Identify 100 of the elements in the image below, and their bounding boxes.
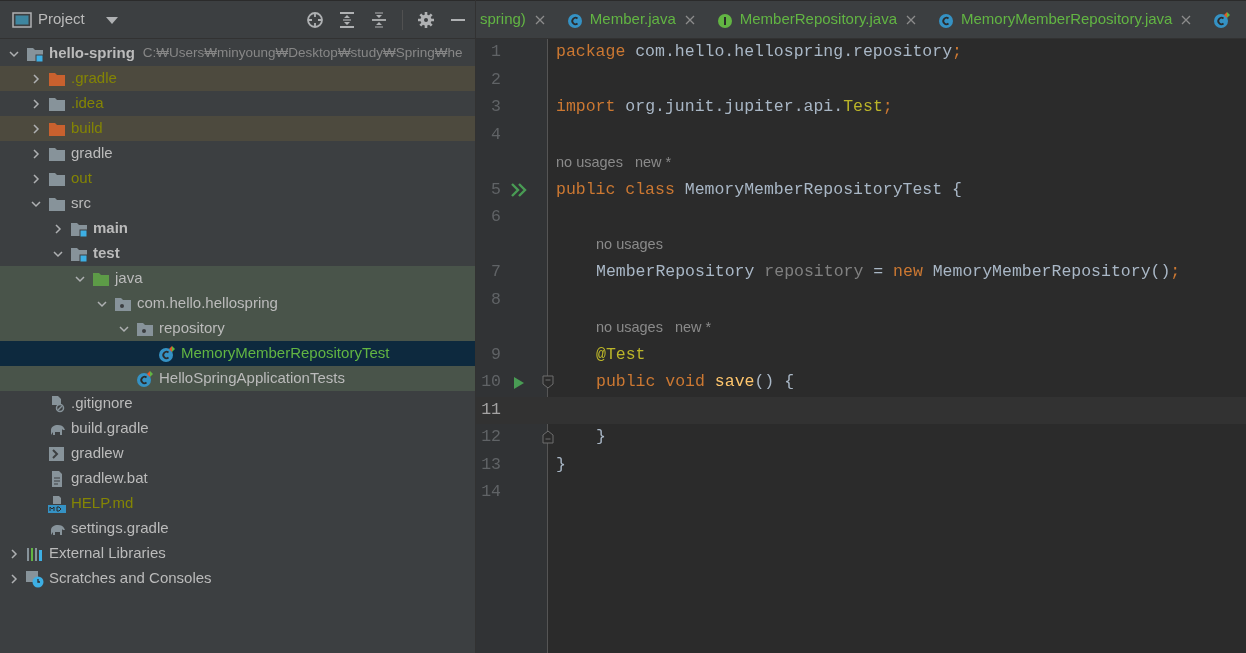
inlay-hint[interactable]: no usages bbox=[596, 316, 663, 339]
tree-row[interactable]: test bbox=[0, 241, 475, 266]
chevron-right-icon[interactable] bbox=[30, 147, 42, 160]
tab-label: Member.java bbox=[589, 9, 676, 30]
folder-icon bbox=[48, 70, 66, 87]
tree-item-label: gradle bbox=[71, 143, 113, 164]
terminal-icon bbox=[48, 445, 66, 462]
tree-item-label: repository bbox=[159, 318, 225, 339]
tree-item-label: build.gradle bbox=[71, 418, 149, 439]
chevron-right-icon[interactable] bbox=[8, 572, 20, 585]
tree-row[interactable]: build.gradle bbox=[0, 416, 475, 441]
tree-row[interactable]: repository bbox=[0, 316, 475, 341]
tree-item-label: build bbox=[71, 118, 103, 139]
code-line: @Test bbox=[596, 343, 646, 366]
tree-row[interactable]: settings.gradle bbox=[0, 516, 475, 541]
tree-row[interactable]: java bbox=[0, 266, 475, 291]
tree-item-label: MemoryMemberRepositoryTest bbox=[181, 343, 390, 364]
tree-row[interactable]: gradlew bbox=[0, 441, 475, 466]
tree-row[interactable]: src bbox=[0, 191, 475, 216]
chevron-right-icon[interactable] bbox=[30, 72, 42, 85]
tree-row[interactable]: Scratches and Consoles bbox=[0, 566, 475, 591]
test-class-icon bbox=[158, 344, 176, 363]
expand-all-icon[interactable] bbox=[338, 10, 356, 29]
code-line: MemberRepository repository = new MemoryMemberRepository(); bbox=[596, 261, 1181, 284]
editor-tab[interactable]: MemoryMemberRepository.java bbox=[924, 1, 1200, 38]
tree-item-label: com.hello.hellospring bbox=[137, 293, 278, 314]
chevron-right-icon[interactable] bbox=[30, 172, 42, 185]
module-folder-icon bbox=[70, 245, 88, 262]
tab-label: MemoryMemberRepository.java bbox=[961, 9, 1173, 30]
tree-row[interactable]: out bbox=[0, 166, 475, 191]
tree-item-label: .idea bbox=[71, 93, 104, 114]
project-path: C:₩Users₩minyoung₩Desktop₩study₩Spring₩he bbox=[142, 44, 463, 63]
module-folder-icon bbox=[26, 45, 44, 62]
tab-label: spring) bbox=[480, 9, 526, 30]
collapse-all-icon[interactable] bbox=[370, 10, 388, 29]
tree-item-label: main bbox=[93, 218, 128, 239]
panel-title[interactable]: Project bbox=[38, 8, 85, 31]
tree-item-label: gradlew.bat bbox=[71, 468, 148, 489]
folder-icon bbox=[48, 95, 66, 112]
folder-icon bbox=[48, 120, 66, 137]
tree-row[interactable]: HELP.md bbox=[0, 491, 475, 516]
tree-item-label: java bbox=[115, 268, 143, 289]
tab-label: MemberRepository.java bbox=[739, 9, 897, 30]
fold-icon[interactable] bbox=[542, 430, 554, 444]
tree-row[interactable]: hello-spring C:₩Users₩minyoung₩Desktop₩study₩Spring₩he bbox=[0, 41, 475, 66]
tree-item-label: HELP.md bbox=[71, 493, 134, 514]
fold-icon[interactable] bbox=[542, 375, 554, 389]
run-icon[interactable] bbox=[513, 375, 525, 390]
markdown-file-icon bbox=[48, 494, 66, 513]
close-icon[interactable] bbox=[1181, 14, 1192, 25]
code-line: public class MemoryMemberRepositoryTest { bbox=[556, 178, 962, 201]
tree-item-label: Scratches and Consoles bbox=[49, 568, 212, 589]
tree-row[interactable]: gradlew.bat bbox=[0, 466, 475, 491]
editor-tab[interactable]: spring) bbox=[476, 1, 553, 38]
run-all-icon[interactable] bbox=[511, 183, 527, 198]
inlay-hint[interactable]: new * bbox=[674, 316, 712, 339]
crosshair-icon[interactable] bbox=[306, 10, 324, 29]
tree-row[interactable]: MemoryMemberRepositoryTest bbox=[0, 341, 475, 366]
tree-row[interactable]: com.hello.hellospring bbox=[0, 291, 475, 316]
tree-row[interactable]: gradle bbox=[0, 141, 475, 166]
close-icon[interactable] bbox=[684, 14, 695, 25]
panel-icon bbox=[12, 10, 32, 29]
code-line: } bbox=[556, 453, 566, 476]
code-line: public void save() { bbox=[596, 371, 795, 394]
tree-item-label: src bbox=[71, 193, 91, 214]
tree-row[interactable]: main bbox=[0, 216, 475, 241]
tree-item-label: out bbox=[71, 168, 92, 189]
tree-row[interactable]: .idea bbox=[0, 91, 475, 116]
folder-icon bbox=[48, 170, 66, 187]
package-icon bbox=[114, 295, 132, 312]
line-number: 11 bbox=[481, 399, 501, 419]
editor-tab[interactable]: Member.java bbox=[552, 1, 703, 38]
test-class-icon bbox=[136, 369, 154, 388]
settings-icon[interactable] bbox=[417, 10, 435, 29]
tree-item-label: .gradle bbox=[71, 68, 117, 89]
inlay-hint[interactable]: no usages bbox=[596, 234, 663, 257]
code-line: } bbox=[596, 426, 606, 449]
chevron-right-icon[interactable] bbox=[52, 222, 64, 235]
close-icon[interactable] bbox=[906, 14, 916, 25]
tree-row[interactable]: HelloSpringApplicationTests bbox=[0, 366, 475, 391]
tree-row[interactable]: External Libraries bbox=[0, 541, 475, 566]
inlay-hint[interactable]: no usages bbox=[556, 151, 623, 174]
chevron-right-icon[interactable] bbox=[30, 122, 42, 135]
tree-row[interactable]: .gradle bbox=[0, 66, 475, 91]
close-icon[interactable] bbox=[534, 14, 545, 25]
editor-tab[interactable]: MemberRepository.java bbox=[702, 1, 924, 38]
inlay-hint[interactable]: new * bbox=[634, 151, 672, 174]
tree-row[interactable]: build bbox=[0, 116, 475, 141]
caret-icon[interactable] bbox=[104, 14, 119, 25]
folder-icon bbox=[48, 195, 66, 212]
tree-item-label: gradlew bbox=[71, 443, 124, 464]
tree-item-label: test bbox=[93, 243, 120, 264]
module-folder-icon bbox=[70, 220, 88, 237]
tree-item-label: hello-spring bbox=[49, 43, 135, 64]
code-line: import org.junit.jupiter.api.Test; bbox=[556, 96, 893, 119]
folder-icon bbox=[48, 145, 66, 162]
tree-row[interactable]: .gitignore bbox=[0, 391, 475, 416]
code-line: package com.hello.hellospring.repository; bbox=[556, 41, 962, 64]
chevron-right-icon[interactable] bbox=[30, 97, 42, 110]
chevron-right-icon[interactable] bbox=[8, 547, 20, 560]
